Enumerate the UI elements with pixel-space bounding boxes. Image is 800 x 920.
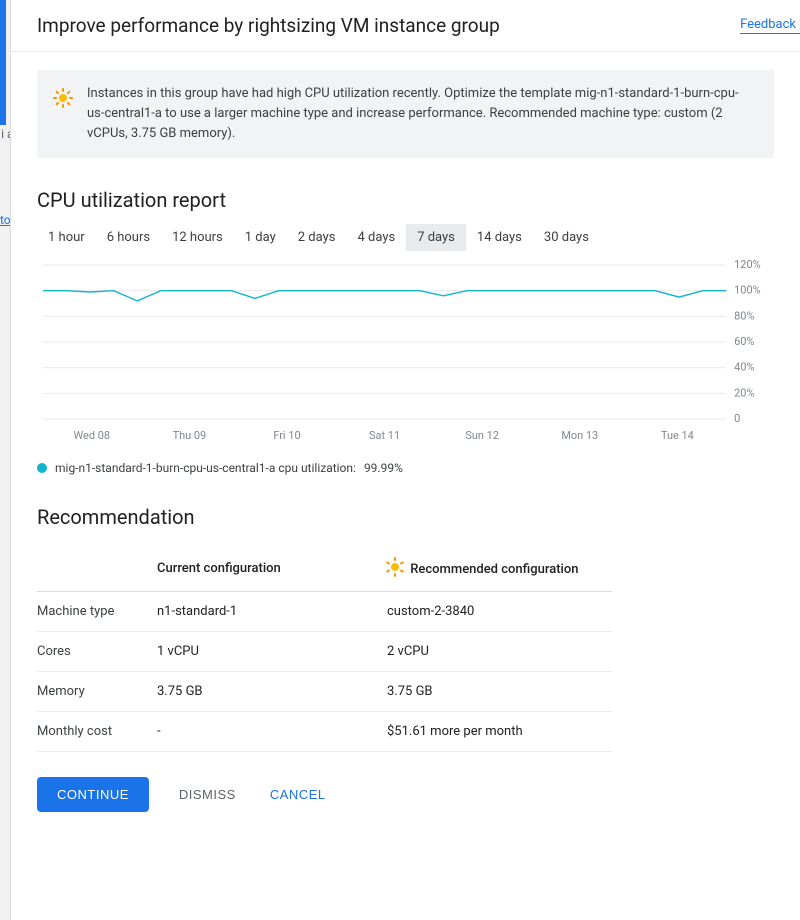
- row-recommended: $51.61 more per month: [387, 712, 612, 752]
- svg-text:120%: 120%: [734, 258, 760, 271]
- svg-text:20%: 20%: [734, 387, 754, 400]
- svg-text:100%: 100%: [734, 284, 760, 297]
- table-row: Monthly cost-$51.61 more per month: [37, 712, 612, 752]
- table-row: Cores1 vCPU2 vCPU: [37, 632, 612, 672]
- legend-color-dot: [37, 463, 47, 473]
- cancel-button[interactable]: CANCEL: [266, 777, 330, 812]
- svg-text:0: 0: [734, 412, 740, 425]
- dialog-title: Improve performance by rightsizing VM in…: [37, 14, 500, 37]
- time-range-option[interactable]: 7 days: [406, 224, 466, 251]
- row-current: 1 vCPU: [157, 632, 387, 672]
- row-current: 3.75 GB: [157, 672, 387, 712]
- time-range-selector: 1 hour6 hours12 hours1 day2 days4 days7 …: [37, 224, 774, 251]
- svg-text:Sun 12: Sun 12: [465, 429, 499, 442]
- cpu-chart: 0 20% 40% 60% 80% 100% 120% Wed 08 Thu 09 Fri 10…: [37, 257, 774, 447]
- time-range-option[interactable]: 6 hours: [96, 224, 161, 251]
- svg-text:Mon 13: Mon 13: [561, 429, 598, 442]
- time-range-option[interactable]: 1 day: [234, 224, 287, 251]
- cpu-report-title: CPU utilization report: [37, 188, 774, 212]
- continue-button[interactable]: CONTINUE: [37, 777, 149, 812]
- svg-text:Fri 10: Fri 10: [273, 429, 300, 442]
- row-label: Machine type: [37, 592, 157, 632]
- dialog-header: Improve performance by rightsizing VM in…: [11, 0, 800, 52]
- column-recommended-label: Recommended configuration: [410, 562, 578, 577]
- svg-text:Thu 09: Thu 09: [173, 429, 207, 442]
- row-label: Memory: [37, 672, 157, 712]
- chart-y-labels: 0 20% 40% 60% 80% 100% 120%: [734, 258, 760, 425]
- lightbulb-icon: [55, 90, 71, 106]
- row-current: -: [157, 712, 387, 752]
- legend-label: mig-n1-standard-1-burn-cpu-us-central1-a…: [55, 461, 356, 475]
- svg-text:60%: 60%: [734, 335, 754, 348]
- time-range-option[interactable]: 30 days: [533, 224, 600, 251]
- svg-text:Tue 14: Tue 14: [661, 429, 694, 442]
- time-range-option[interactable]: 1 hour: [37, 224, 96, 251]
- banner-text: Instances in this group have had high CP…: [87, 86, 739, 141]
- time-range-option[interactable]: 2 days: [287, 224, 347, 251]
- recommendation-table: Current configuration Recommended config…: [37, 547, 612, 752]
- column-recommended: Recommended configuration: [387, 547, 612, 592]
- time-range-option[interactable]: 14 days: [466, 224, 533, 251]
- row-recommended: custom-2-3840: [387, 592, 612, 632]
- recommendation-title: Recommendation: [37, 505, 774, 529]
- recommendation-banner: Instances in this group have had high CP…: [37, 70, 774, 158]
- dialog-actions: CONTINUE DISMISS CANCEL: [37, 777, 774, 812]
- row-current: n1-standard-1: [157, 592, 387, 632]
- background-link-fragment: to: [0, 213, 10, 227]
- row-label: Cores: [37, 632, 157, 672]
- row-label: Monthly cost: [37, 712, 157, 752]
- feedback-link[interactable]: Feedback: [740, 17, 800, 34]
- lightbulb-icon: [387, 559, 403, 575]
- chart-grid: [43, 265, 726, 419]
- row-recommended: 2 vCPU: [387, 632, 612, 672]
- chart-series-line: [43, 291, 726, 301]
- svg-text:40%: 40%: [734, 361, 754, 374]
- svg-text:80%: 80%: [734, 310, 754, 323]
- dialog-panel: Improve performance by rightsizing VM in…: [10, 0, 800, 920]
- legend-value: 99.99%: [364, 461, 403, 475]
- chart-x-labels: Wed 08 Thu 09 Fri 10 Sat 11 Sun 12 Mon 13 Tue …: [74, 429, 694, 442]
- svg-text:Sat 11: Sat 11: [369, 429, 400, 442]
- dismiss-button[interactable]: DISMISS: [175, 777, 240, 812]
- chart-legend: mig-n1-standard-1-burn-cpu-us-central1-a…: [37, 461, 774, 475]
- sidebar-accent: [0, 0, 6, 125]
- table-row: Memory3.75 GB3.75 GB: [37, 672, 612, 712]
- time-range-option[interactable]: 4 days: [346, 224, 406, 251]
- column-current: Current configuration: [157, 547, 387, 592]
- row-recommended: 3.75 GB: [387, 672, 612, 712]
- dialog-content: Instances in this group have had high CP…: [11, 52, 800, 752]
- time-range-option[interactable]: 12 hours: [161, 224, 234, 251]
- table-row: Machine typen1-standard-1custom-2-3840: [37, 592, 612, 632]
- recommendation-rows: Machine typen1-standard-1custom-2-3840Co…: [37, 592, 612, 752]
- svg-text:Wed 08: Wed 08: [74, 429, 111, 442]
